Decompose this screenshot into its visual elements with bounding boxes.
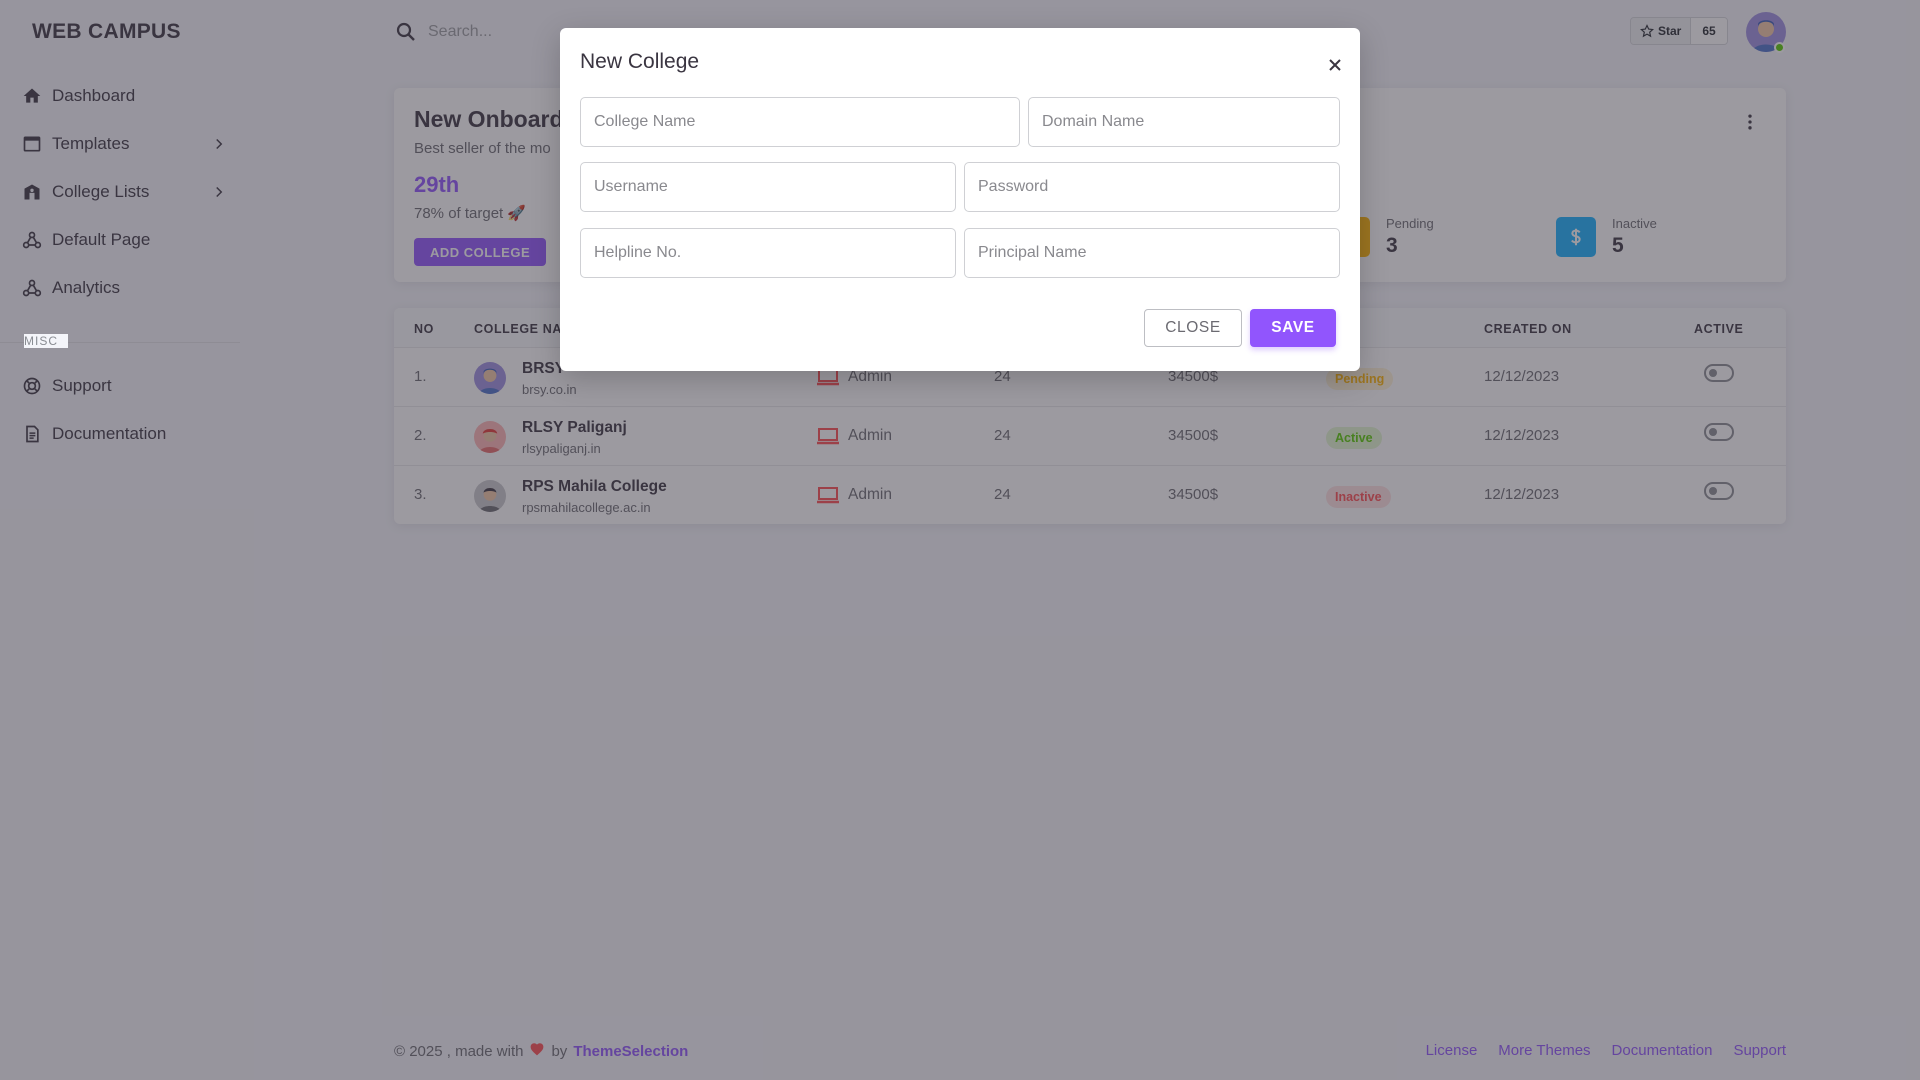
close-icon[interactable] bbox=[1324, 54, 1346, 76]
username-field[interactable] bbox=[580, 162, 956, 212]
new-college-dialog: New College CLOSE SAVE bbox=[560, 28, 1360, 371]
close-button[interactable]: CLOSE bbox=[1144, 309, 1242, 347]
helpline-field[interactable] bbox=[580, 228, 956, 278]
section-title-misc: MISC bbox=[24, 334, 68, 348]
college-name-field[interactable] bbox=[580, 97, 1020, 147]
dialog-title: New College bbox=[580, 50, 700, 73]
save-button[interactable]: SAVE bbox=[1250, 309, 1336, 347]
principal-name-field[interactable] bbox=[964, 228, 1340, 278]
domain-name-field[interactable] bbox=[1028, 97, 1340, 147]
password-field[interactable] bbox=[964, 162, 1340, 212]
section-title-label: MISC bbox=[24, 334, 68, 348]
